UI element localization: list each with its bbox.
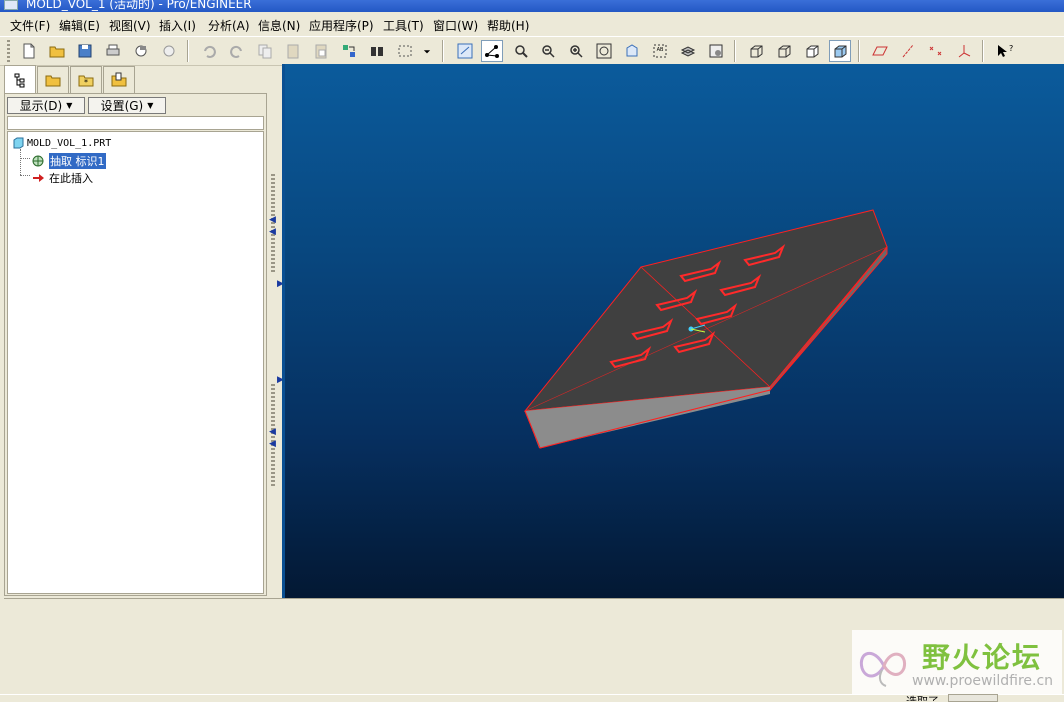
show-button-label: 显示(D) <box>19 99 63 113</box>
chevron-down-icon: ▼ <box>147 101 154 110</box>
model-tree-icon <box>14 73 25 88</box>
title-bar: MOLD_VOL_1 (活动的) - Pro/ENGINEER <box>0 0 1064 12</box>
collapse-left-icon[interactable]: ◀ <box>269 440 276 449</box>
send-mail-icon[interactable] <box>130 40 152 62</box>
menu-file[interactable]: 文件(F) <box>8 17 52 34</box>
menu-analysis[interactable]: 分析(A) <box>206 17 252 34</box>
part-icon <box>13 137 24 149</box>
app-icon <box>4 0 18 10</box>
svg-text:*: * <box>84 78 88 87</box>
view-manager-icon[interactable] <box>677 40 699 62</box>
favorites-icon: * <box>78 75 94 87</box>
toolbar-separator <box>734 40 736 62</box>
layers-icon[interactable]: AB <box>649 40 671 62</box>
whats-this-icon[interactable]: ? <box>993 40 1015 62</box>
coord-sys-display-icon[interactable] <box>953 40 975 62</box>
datum-axis-display-icon[interactable] <box>897 40 919 62</box>
tree-root-node[interactable]: MOLD_VOL_1.PRT <box>12 137 111 149</box>
menu-tools[interactable]: 工具(T) <box>381 17 426 34</box>
menu-bar: 文件(F) 编辑(E) 视图(V) 插入(I) 分析(A) 信息(N) 应用程序… <box>0 13 1064 35</box>
settings-button-label: 设置(G) <box>100 99 144 113</box>
zoom-in-icon[interactable] <box>510 40 532 62</box>
reorient-icon[interactable] <box>593 40 615 62</box>
selection-filter-dropdown[interactable] <box>948 694 998 702</box>
copy-icon[interactable] <box>254 40 276 62</box>
model-view <box>523 209 888 449</box>
find-icon[interactable] <box>366 40 388 62</box>
svg-text:?: ? <box>1009 44 1013 53</box>
datum-point-display-icon[interactable] <box>925 40 947 62</box>
saved-views-icon[interactable] <box>621 40 643 62</box>
tree-filter-field[interactable] <box>7 116 264 130</box>
datum-plane-display-icon[interactable] <box>869 40 891 62</box>
model-tree: MOLD_VOL_1.PRT 抽取 标识1 在此插入 <box>7 131 264 594</box>
tree-item-insert-here[interactable]: 在此插入 <box>32 170 93 186</box>
new-file-icon[interactable] <box>18 40 40 62</box>
chevron-down-icon: ▼ <box>66 101 73 110</box>
menu-insert[interactable]: 插入(I) <box>157 17 198 34</box>
menu-help[interactable]: 帮助(H) <box>485 17 531 34</box>
menu-edit[interactable]: 编辑(E) <box>57 17 102 34</box>
no-hidden-icon[interactable] <box>801 40 823 62</box>
shading-icon[interactable] <box>829 40 851 62</box>
svg-text:AB: AB <box>657 47 664 53</box>
tree-item-extract[interactable]: 抽取 标识1 <box>32 153 106 169</box>
mail-recipient-icon[interactable] <box>158 40 180 62</box>
hidden-line-icon[interactable] <box>773 40 795 62</box>
toolbar-separator <box>187 40 189 62</box>
collapse-left-icon[interactable]: ◀ <box>269 228 276 237</box>
forum-watermark: 野火论坛 www.proewildfire.cn <box>852 630 1062 694</box>
orient-mode-icon[interactable] <box>481 40 503 62</box>
folder-icon <box>45 75 61 87</box>
toolbar-separator <box>858 40 860 62</box>
collapse-left-icon[interactable]: ◀ <box>269 428 276 437</box>
wireframe-icon[interactable] <box>745 40 767 62</box>
select-box-icon[interactable] <box>394 40 416 62</box>
regenerate-icon[interactable] <box>338 40 360 62</box>
paste-icon[interactable] <box>282 40 304 62</box>
undo-icon[interactable] <box>198 40 220 62</box>
menu-info[interactable]: 信息(N) <box>256 17 302 34</box>
tree-item-label: 抽取 标识1 <box>49 153 106 169</box>
redo-icon[interactable] <box>226 40 248 62</box>
show-dropdown-button[interactable]: 显示(D) ▼ <box>7 97 85 114</box>
insert-here-arrow-icon <box>33 174 44 182</box>
watermark-url: www.proewildfire.cn <box>912 673 1054 689</box>
paste-special-icon[interactable] <box>310 40 332 62</box>
menu-applications[interactable]: 应用程序(P) <box>307 17 376 34</box>
model-tree-tab[interactable] <box>4 65 36 94</box>
tree-item-label: 在此插入 <box>49 172 93 185</box>
toolbar-separator <box>982 40 984 62</box>
print-icon[interactable] <box>102 40 124 62</box>
tree-root-label: MOLD_VOL_1.PRT <box>27 137 112 149</box>
spin-center-icon[interactable] <box>454 40 476 62</box>
menu-window[interactable]: 窗口(W) <box>431 17 480 34</box>
save-icon[interactable] <box>74 40 96 62</box>
watermark-title: 野火论坛 <box>922 641 1043 674</box>
connections-icon <box>111 72 127 87</box>
collapse-left-icon[interactable]: ◀ <box>269 216 276 225</box>
folder-browser-tab[interactable] <box>37 66 69 93</box>
window-title: MOLD_VOL_1 (活动的) - Pro/ENGINEER <box>26 0 252 11</box>
connections-tab[interactable] <box>103 66 135 93</box>
graphics-window[interactable] <box>285 64 1064 598</box>
menu-view[interactable]: 视图(V) <box>107 17 153 34</box>
favorites-tab[interactable]: * <box>70 66 102 93</box>
slab-top-face[interactable] <box>523 209 888 412</box>
view-manager-2-icon[interactable] <box>705 40 727 62</box>
dropdown-arrow-icon[interactable] <box>420 40 434 62</box>
settings-dropdown-button[interactable]: 设置(G) ▼ <box>88 97 166 114</box>
main-toolbar: AB ? <box>0 36 1064 66</box>
refit-icon[interactable] <box>565 40 587 62</box>
watermark-logo <box>859 652 907 687</box>
open-folder-icon[interactable] <box>46 40 68 62</box>
zoom-out-icon[interactable] <box>537 40 559 62</box>
toolbar-separator <box>442 40 444 62</box>
toolbar-grip[interactable] <box>7 40 10 62</box>
navigator-panel: 显示(D) ▼ 设置(G) ▼ MOLD_VOL_1.PRT 抽取 标识1 在此插入 <box>4 93 267 596</box>
extract-feature-icon <box>32 155 44 167</box>
panel-splitter[interactable]: ◀ ◀ ▶ ▶ ◀ ◀ <box>268 64 284 598</box>
